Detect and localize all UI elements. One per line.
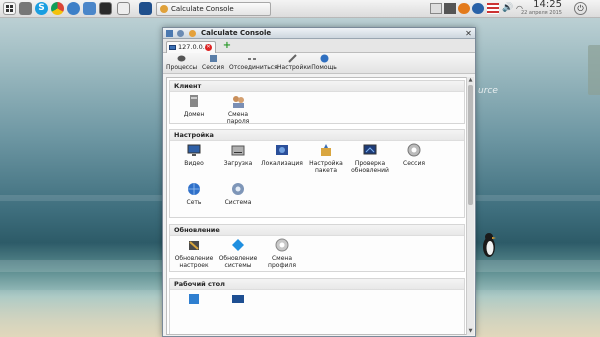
package-settings-icon (321, 144, 331, 156)
change-profile-item[interactable]: Смена профиля (260, 238, 304, 269)
domain-icon (190, 95, 198, 107)
update-settings-icon (189, 241, 199, 250)
video-icon (187, 144, 201, 156)
group-title: Клиент (170, 81, 464, 92)
mail-icon[interactable] (83, 2, 96, 15)
top-panel: S Calculate Console 🔊 ◠ 14:25 22 апреля … (0, 0, 600, 18)
calculate-logo-icon (189, 30, 196, 37)
side-panel-tab[interactable] (588, 45, 600, 95)
session-gear-icon (407, 143, 421, 157)
group-update: Обновление Обновление настроек Обновлени… (169, 224, 465, 272)
window-tray-icon[interactable] (430, 3, 442, 14)
add-tab-button[interactable]: + (222, 41, 232, 51)
chrome-icon[interactable] (51, 2, 64, 15)
group-title: Рабочий стол (170, 279, 464, 290)
window-titlebar[interactable]: Calculate Console ✕ (163, 28, 475, 39)
scroll-thumb[interactable] (468, 85, 473, 205)
check-updates-item[interactable]: Проверка обновлений (348, 143, 392, 174)
system-icon (232, 183, 244, 195)
system-item[interactable]: Система (216, 182, 260, 206)
processes-button[interactable]: Процессы (166, 54, 197, 71)
monitor-icon (169, 45, 176, 50)
package-settings-item[interactable]: Настройка пакета (304, 143, 348, 174)
group-desktop: Рабочий стол (169, 278, 465, 334)
vertical-scrollbar[interactable]: ▲ ▼ (466, 77, 474, 335)
group-title: Обновление (170, 225, 464, 236)
scroll-up-icon[interactable]: ▲ (468, 78, 473, 83)
calculate-console-window: Calculate Console ✕ 127.0.0.1 ✕ + Процес… (162, 27, 476, 337)
boot-icon (231, 145, 245, 156)
clock-time: 14:25 (533, 0, 562, 10)
tab-bar: 127.0.0.1 ✕ + (163, 39, 475, 53)
window-pin-icon[interactable] (177, 30, 184, 37)
window-icon[interactable] (117, 2, 130, 15)
close-tab-icon[interactable]: ✕ (205, 44, 212, 51)
apps-menu-icon[interactable] (3, 2, 16, 15)
terminal-icon[interactable] (99, 2, 112, 15)
processes-icon (177, 55, 185, 62)
volume-icon[interactable]: 🔊 (502, 3, 514, 14)
settings-button[interactable]: Настройки (277, 54, 311, 71)
group-settings: Настройка Видео Загрузка Локализация Нас… (169, 129, 465, 218)
group-title: Настройка (170, 130, 464, 141)
desktop-item-1[interactable] (172, 292, 216, 309)
help-icon (320, 54, 328, 63)
wallpaper-icon (232, 295, 244, 303)
check-updates-icon (363, 144, 377, 155)
scroll-down-icon[interactable]: ▼ (468, 329, 473, 334)
download-icon (189, 294, 199, 304)
settings-icon[interactable] (19, 2, 32, 15)
session-button[interactable]: Сессия (201, 54, 225, 71)
toolbar: Процессы Сессия Отсоединиться Настройки … (163, 53, 475, 74)
calculate-task-icon (160, 5, 168, 13)
network-icon (188, 183, 200, 195)
close-icon[interactable]: ✕ (465, 30, 472, 38)
clock-date: 22 апреля 2015 (520, 10, 562, 16)
clock[interactable]: 14:25 22 апреля 2015 (521, 0, 562, 16)
disconnect-button[interactable]: Отсоединиться (229, 54, 278, 71)
calculate-tray-icon[interactable] (472, 3, 484, 14)
change-password-item[interactable]: Смена пароля (216, 94, 260, 125)
boot-item[interactable]: Загрузка (216, 143, 260, 167)
skype-icon[interactable]: S (35, 2, 48, 15)
change-password-icon (233, 96, 244, 108)
calculate-icon[interactable] (139, 2, 152, 15)
us-flag-icon[interactable] (487, 3, 499, 14)
power-icon[interactable]: ⏻ (574, 2, 587, 15)
update-system-item[interactable]: Обновление системы (216, 238, 260, 269)
penguin-icon (480, 232, 498, 258)
tab-localhost[interactable]: 127.0.0.1 ✕ (166, 41, 216, 53)
disconnect-icon (247, 58, 256, 60)
change-profile-icon (275, 238, 289, 252)
blue-app-icon[interactable] (67, 2, 80, 15)
localization-item[interactable]: Локализация (260, 143, 304, 167)
session-item[interactable]: Сессия (392, 143, 436, 167)
window-title: Calculate Console (201, 29, 272, 37)
domain-item[interactable]: Домен (172, 94, 216, 118)
update-system-icon (232, 239, 244, 251)
desktop-brand-text: urce (478, 86, 498, 96)
group-client: Клиент Домен Смена пароля (169, 80, 465, 125)
session-icon (209, 55, 217, 62)
update-settings-item[interactable]: Обновление настроек (172, 238, 216, 269)
desktop-item-2[interactable] (216, 292, 260, 309)
display-tray-icon[interactable] (444, 3, 456, 14)
window-menu-icon[interactable] (166, 30, 173, 37)
task-label: Calculate Console (171, 5, 234, 13)
settings-tools-icon (287, 54, 297, 63)
taskbar-calculate-console[interactable]: Calculate Console (156, 2, 271, 16)
localization-icon (276, 145, 288, 155)
help-button[interactable]: Помощь (311, 54, 337, 71)
video-item[interactable]: Видео (172, 143, 216, 167)
network-item[interactable]: Сеть (172, 182, 216, 206)
firefox-tray-icon[interactable] (458, 3, 470, 14)
content-area: Клиент Домен Смена пароля Настройка Виде… (166, 77, 468, 335)
